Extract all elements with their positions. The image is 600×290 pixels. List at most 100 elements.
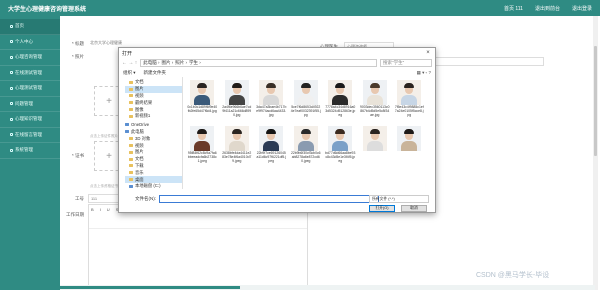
nav-item[interactable]: 图片: [125, 149, 182, 156]
file-item[interactable]: bd77d6d66aa8be93c8c43d5e1e3f4f5.jpeg: [325, 126, 356, 170]
sidebar-item-label: 心理测试管理: [15, 85, 42, 91]
horizontal-scrollbar[interactable]: [60, 285, 595, 290]
thumbnail-hair: [335, 83, 346, 88]
thumbnail-hair: [404, 83, 415, 88]
nav-item[interactable]: 3D 对象: [125, 135, 182, 142]
image-thumbnail: [362, 80, 387, 105]
nav-item[interactable]: 下载: [125, 163, 182, 170]
file-item[interactable]: 22b9f7ce69126045a11d6c97f6221df5.jpeg: [256, 126, 287, 170]
open-button[interactable]: 打开(O): [369, 205, 395, 212]
thumbnail-figure: [366, 141, 383, 151]
file-item[interactable]: 9003dec3560113c0867b4d5d5e5c8f34ae.jpg: [360, 80, 391, 124]
sidebar-item-label: 心理知识管理: [15, 116, 42, 122]
file-item[interactable]: 7f5e43c4f9885c1ef7a24e0105f5cce8.jpg: [394, 80, 425, 124]
sidebar-item[interactable]: 在线留言管理: [0, 128, 60, 143]
editor-tool[interactable]: B: [91, 207, 94, 226]
content-label: 工作日期: [66, 212, 84, 217]
nav-item[interactable]: 视频: [125, 93, 182, 100]
nav-item[interactable]: 最终结果: [125, 99, 182, 106]
nav-item[interactable]: 视频: [125, 142, 182, 149]
sidebar-item-label: 问题管理: [15, 100, 33, 106]
sidebar: 首页 个人中心心理咨询管理在线测试管理心理测试管理 问题管理心理知识管理在线留言管理…: [0, 16, 60, 290]
cancel-button[interactable]: 取消: [401, 205, 427, 212]
view-options-icon[interactable]: ▦ ▾ ▫ ?: [417, 70, 431, 76]
nav-item[interactable]: 文档: [125, 156, 182, 163]
header-links: 首页 111 退出到前台 退出登录: [504, 5, 592, 12]
path-segment[interactable]: 此电脑 ›: [143, 60, 159, 66]
nav-arrows-icon[interactable]: ← → ↑: [122, 60, 137, 66]
file-item[interactable]: [360, 126, 391, 170]
nav-item[interactable]: 音乐: [125, 169, 182, 176]
rich-text-editor[interactable]: BIUS“”<>H1H212px文字AA≡段落设置: [88, 204, 308, 290]
menu-icon: [10, 71, 13, 75]
thumbnail-hair: [300, 83, 311, 88]
file-item[interactable]: 0c1b0c1d89f6f9e40fb2fe65d47f6d4.jpg: [187, 80, 218, 124]
sidebar-item[interactable]: 首页: [0, 19, 60, 35]
sidebar-item[interactable]: 系统管理: [0, 143, 60, 159]
search-input[interactable]: 搜索"学生": [380, 59, 432, 67]
sidebar-item[interactable]: 心理测试管理: [0, 81, 60, 97]
navigation-pane: 文档 图片 视频 最终结果 图像 新视频1 OneDrive 此电脑 3D 对象 视频 图片 文档 下载…: [119, 77, 183, 189]
editor-tool[interactable]: I: [100, 207, 101, 226]
file-item[interactable]: 7778a4c34d8916a03d5324d512863e.jpeg: [325, 80, 356, 124]
open-file-dialog: 打开 × ← → ↑ 此电脑 › 图片 › 照片 › 学生 › 搜索"学生" 组织 ▾…: [118, 47, 436, 213]
file-name: 3da47a3bae4b717be9f974acd6aa4433.jpg: [256, 105, 287, 117]
nav-item-label: 下载: [135, 162, 144, 168]
nav-item[interactable]: 桌面: [125, 176, 182, 183]
header-link[interactable]: 退出登录: [572, 5, 592, 12]
thumbnail-figure: [194, 141, 211, 151]
path-segment[interactable]: 学生 ›: [189, 60, 201, 66]
sidebar-item[interactable]: 在线测试管理: [0, 66, 60, 81]
address-bar-row: ← → ↑ 此电脑 › 图片 › 照片 › 学生 › 搜索"学生": [119, 58, 435, 68]
nav-item[interactable]: 本地磁盘 (C:): [125, 183, 182, 190]
sidebar-item[interactable]: 心理知识管理: [0, 112, 60, 128]
file-item[interactable]: 2638bfe4da4411e283e78e4f6a4010d79.jpeg: [222, 126, 253, 170]
file-item[interactable]: 22b9b6f30cf3cb0c6ab8278a6e872cd60.jpeg: [291, 126, 322, 170]
editor-tool[interactable]: U: [107, 207, 110, 226]
nav-item[interactable]: 文档: [125, 79, 182, 86]
address-path[interactable]: 此电脑 › 图片 › 照片 › 学生 ›: [140, 59, 377, 67]
file-item[interactable]: 5ce7f6d8653d49224e7eaf0032391f55.jpg: [291, 80, 322, 124]
sidebar-item[interactable]: 问题管理: [0, 97, 60, 112]
path-segment[interactable]: 图片 ›: [162, 60, 174, 66]
nav-item[interactable]: 图像: [125, 106, 182, 113]
nav-item[interactable]: 新视频1: [125, 113, 182, 120]
sidebar-item-label: 心理咨询管理: [15, 54, 42, 60]
header-link[interactable]: 首页 111: [504, 5, 523, 12]
file-type-select[interactable]: 所有文件 (*.*): [369, 195, 429, 203]
nav-item[interactable]: OneDrive: [125, 121, 182, 128]
sidebar-item[interactable]: 个人中心: [0, 35, 60, 50]
image-thumbnail: [362, 126, 387, 151]
folder-icon: [129, 108, 133, 112]
header-link[interactable]: 退出到前台: [535, 5, 560, 12]
new-folder-button[interactable]: 新建文件夹: [144, 70, 167, 76]
sidebar-item[interactable]: 心理咨询管理: [0, 50, 60, 66]
file-name: 0c1b0c1d89f6f9e40fb2fe65d47f6d4.jpg: [187, 105, 218, 113]
folder-icon: [129, 80, 133, 84]
nav-item[interactable]: 此电脑: [125, 129, 182, 136]
file-item[interactable]: 95f84f62c8c9a7fa6bbeeadcfa6b2738c1.jpeg: [187, 126, 218, 170]
thumbnail-hair: [369, 129, 380, 134]
file-item[interactable]: 3da47a3bae4b717be9f974acd6aa4433.jpg: [256, 80, 287, 124]
menu-icon: [10, 55, 13, 59]
nav-item-label: 桌面: [135, 176, 144, 182]
thumbnail-figure: [401, 95, 418, 105]
vertical-scrollbar[interactable]: [593, 16, 598, 290]
filename-input[interactable]: [159, 195, 379, 203]
thumbnail-hair: [369, 83, 380, 88]
nav-item[interactable]: 图片: [125, 85, 182, 93]
file-item[interactable]: [394, 126, 425, 170]
organize-button[interactable]: 组织 ▾: [123, 70, 136, 76]
file-item[interactable]: 2a4f6e966b6ae7cd9f411a21c666d8990.jpg: [222, 80, 253, 124]
folder-icon: [129, 164, 133, 168]
path-segment[interactable]: 照片 ›: [175, 60, 187, 66]
folder-icon: [129, 171, 133, 175]
file-name: 7f5e43c4f9885c1ef7a24e0105f5cce8.jpg: [394, 105, 424, 117]
nav-item-label: 图片: [135, 86, 144, 92]
close-icon[interactable]: ×: [424, 50, 432, 56]
thumbnail-figure: [228, 95, 245, 105]
nav-item-label: 视频: [135, 92, 144, 98]
menu-icon: [10, 86, 13, 90]
file-name: 95f84f62c8c9a7fa6bbeeadcfa6b2738c1.jpeg: [187, 151, 217, 163]
license-label: * 证书: [71, 153, 84, 158]
